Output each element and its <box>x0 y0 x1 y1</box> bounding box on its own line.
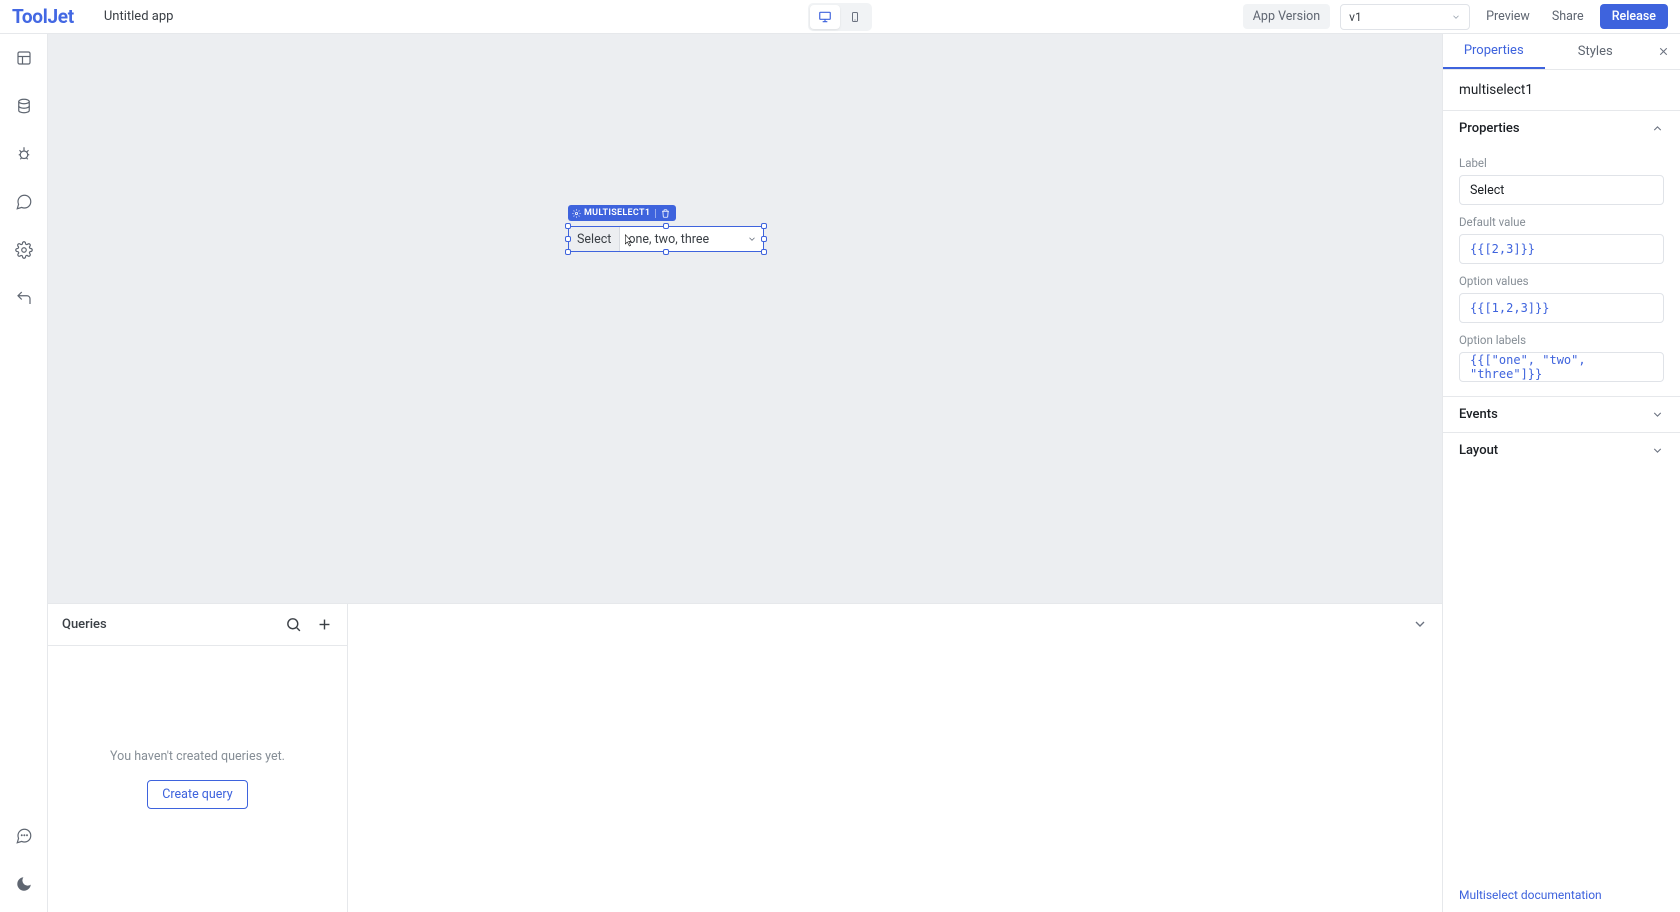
section-properties: Properties Label Select Default value {{… <box>1443 110 1680 396</box>
resize-handle[interactable] <box>761 223 767 229</box>
multiselect-select[interactable]: one, two, three <box>620 227 763 251</box>
version-value: v1 <box>1349 10 1362 24</box>
comments-icon[interactable] <box>14 192 34 212</box>
close-icon <box>1657 45 1670 58</box>
settings-icon[interactable] <box>14 240 34 260</box>
theme-icon[interactable] <box>14 874 34 894</box>
app-name[interactable]: Untitled app <box>104 9 174 24</box>
close-panel-button[interactable] <box>1646 34 1680 69</box>
section-properties-header[interactable]: Properties <box>1443 111 1680 146</box>
field-label-label: Label <box>1459 156 1664 170</box>
resize-handle[interactable] <box>565 223 571 229</box>
components-icon[interactable] <box>14 48 34 68</box>
section-events-title: Events <box>1459 407 1498 422</box>
field-label-input[interactable]: Select <box>1459 175 1664 205</box>
resize-handle[interactable] <box>761 249 767 255</box>
left-rail <box>0 34 48 912</box>
resize-handle[interactable] <box>565 236 571 242</box>
chevron-down-icon <box>1651 444 1664 457</box>
section-events: Events <box>1443 396 1680 432</box>
tag-divider <box>655 209 656 218</box>
debug-icon[interactable] <box>14 144 34 164</box>
main: MULTISELECT1 Select one, two, three <box>48 34 1680 912</box>
chevron-down-icon <box>747 234 757 244</box>
search-icon[interactable] <box>285 616 302 633</box>
doc-link-wrap: Multiselect documentation <box>1443 878 1680 912</box>
field-option-labels-input[interactable]: {{["one", "two", "three"]}} <box>1459 352 1664 382</box>
app-version-label: App Version <box>1243 4 1330 29</box>
queries-sidebar: Queries You haven't created queries yet.… <box>48 604 348 912</box>
queries-panel: Queries You haven't created queries yet.… <box>48 603 1442 912</box>
section-layout-title: Layout <box>1459 443 1498 458</box>
desktop-view-button[interactable] <box>810 5 840 29</box>
widget-tag[interactable]: MULTISELECT1 <box>568 205 676 221</box>
chevron-down-icon <box>1651 408 1664 421</box>
panel-tabs: Properties Styles <box>1443 34 1680 70</box>
multiselect-value: one, two, three <box>628 232 709 247</box>
help-icon[interactable] <box>14 826 34 846</box>
share-button[interactable]: Share <box>1546 5 1590 28</box>
release-button[interactable]: Release <box>1600 4 1668 29</box>
chevron-up-icon <box>1651 122 1664 135</box>
section-layout: Layout <box>1443 432 1680 468</box>
properties-panel: Properties Styles multiselect1 Propertie… <box>1442 34 1680 912</box>
device-toggle <box>808 3 872 31</box>
logo: ToolJet <box>12 5 74 28</box>
section-properties-title: Properties <box>1459 121 1520 136</box>
field-default-label: Default value <box>1459 215 1664 229</box>
section-layout-header[interactable]: Layout <box>1443 433 1680 468</box>
topbar-right: App Version v1 Preview Share Release <box>1243 4 1668 30</box>
tab-styles[interactable]: Styles <box>1545 34 1647 69</box>
resize-handle[interactable] <box>663 223 669 229</box>
field-option-values-label: Option values <box>1459 274 1664 288</box>
queries-empty-text: You haven't created queries yet. <box>110 749 285 764</box>
datasources-icon[interactable] <box>14 96 34 116</box>
multiselect-label: Select <box>569 227 620 251</box>
field-option-values-input[interactable]: {{[1,2,3]}} <box>1459 293 1664 323</box>
resize-handle[interactable] <box>663 249 669 255</box>
field-option-labels-label: Option labels <box>1459 333 1664 347</box>
resize-handle[interactable] <box>761 236 767 242</box>
chevron-down-icon <box>1451 12 1461 22</box>
multiselect-container[interactable]: Select one, two, three <box>568 226 764 252</box>
trash-icon[interactable] <box>661 209 670 218</box>
canvas-inner[interactable]: MULTISELECT1 Select one, two, three <box>138 34 1167 603</box>
add-icon[interactable] <box>316 616 333 633</box>
component-name[interactable]: multiselect1 <box>1443 70 1680 110</box>
field-default-input[interactable]: {{[2,3]}} <box>1459 234 1664 264</box>
documentation-link[interactable]: Multiselect documentation <box>1459 888 1602 902</box>
section-properties-body: Label Select Default value {{[2,3]}} Opt… <box>1443 156 1680 396</box>
preview-button[interactable]: Preview <box>1480 5 1536 28</box>
collapse-icon[interactable] <box>1412 616 1428 632</box>
canvas[interactable]: MULTISELECT1 Select one, two, three <box>48 34 1442 603</box>
resize-handle[interactable] <box>565 249 571 255</box>
tab-properties[interactable]: Properties <box>1443 34 1545 69</box>
queries-empty-state: You haven't created queries yet. Create … <box>48 646 347 912</box>
topbar: ToolJet Untitled app App Version v1 Prev… <box>0 0 1680 34</box>
version-select[interactable]: v1 <box>1340 4 1470 30</box>
multiselect-widget[interactable]: MULTISELECT1 Select one, two, three <box>568 226 764 252</box>
widget-tag-label: MULTISELECT1 <box>584 208 650 218</box>
queries-content <box>348 604 1442 912</box>
queries-header: Queries <box>48 604 347 646</box>
section-events-header[interactable]: Events <box>1443 397 1680 432</box>
mobile-view-button[interactable] <box>840 5 870 29</box>
create-query-button[interactable]: Create query <box>147 780 247 809</box>
canvas-gutter-right <box>1167 34 1442 603</box>
queries-title: Queries <box>62 617 107 632</box>
desktop-icon <box>818 10 832 24</box>
undo-icon[interactable] <box>14 288 34 308</box>
mobile-icon <box>849 10 861 24</box>
canvas-gutter-left <box>48 34 138 603</box>
gear-icon <box>572 209 581 218</box>
